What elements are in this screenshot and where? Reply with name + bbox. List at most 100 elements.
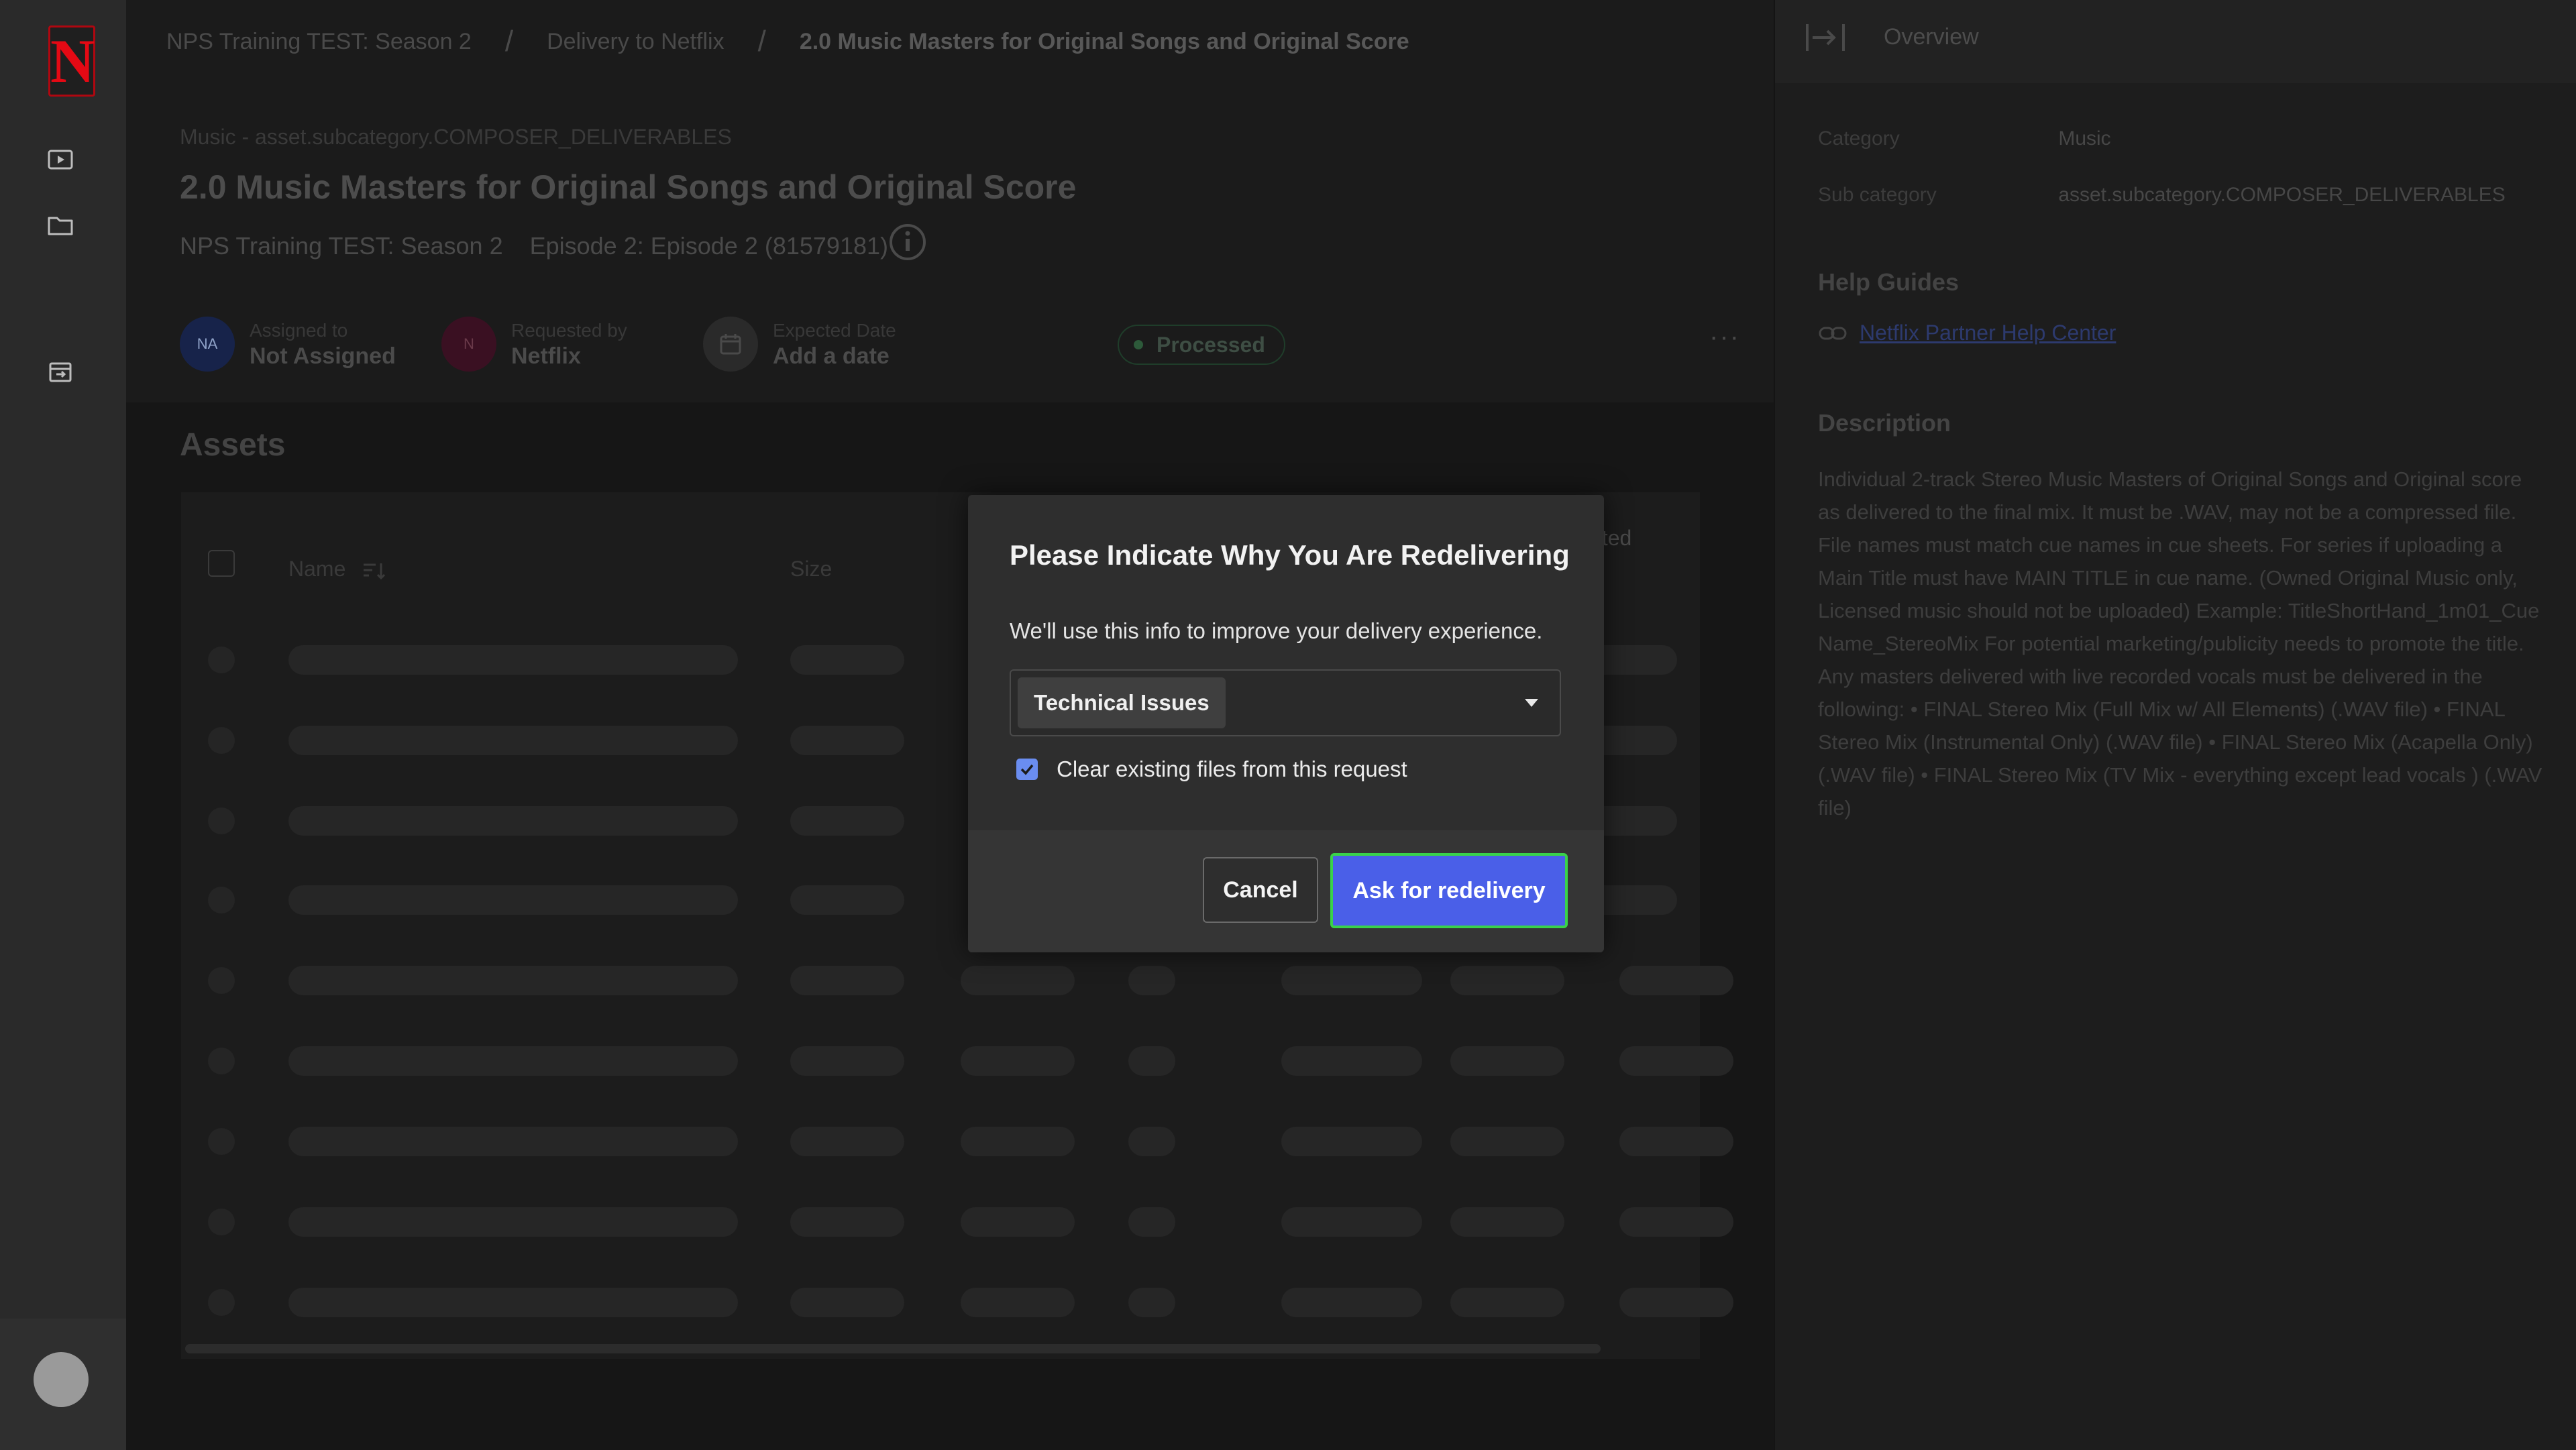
row-placeholder [208, 727, 235, 754]
row-placeholder [790, 966, 904, 995]
row-placeholder [790, 806, 904, 836]
row-placeholder [288, 1046, 738, 1076]
chevron-down-icon [1525, 699, 1538, 707]
show-episode-line: NPS Training TEST: Season 2 Episode 2: E… [180, 232, 908, 260]
assigned-label: Assigned to [250, 320, 348, 341]
row-placeholder [961, 1207, 1075, 1237]
tab-overview[interactable]: Overview [1884, 24, 1979, 50]
row-placeholder [790, 1127, 904, 1156]
category-value: Music [2058, 127, 2111, 150]
row-placeholder [208, 887, 235, 913]
requested-value: Netflix [511, 343, 581, 369]
category-row: Category Music [1818, 127, 2111, 150]
dialog-subtitle: We'll use this info to improve your deli… [1010, 618, 1543, 643]
row-placeholder [1619, 966, 1733, 995]
request-header: NPS Training TEST: Season 2 / Delivery t… [126, 0, 1774, 402]
delivery-box-icon[interactable] [46, 357, 75, 386]
show-name: NPS Training TEST: Season 2 [180, 232, 503, 260]
clear-files-option[interactable]: Clear existing files from this request [1016, 757, 1407, 782]
column-header-name[interactable]: Name [288, 557, 388, 582]
status-label: Processed [1157, 332, 1265, 357]
overview-panel-header: Overview [1775, 0, 2576, 83]
play-square-icon[interactable] [46, 145, 75, 174]
table-row[interactable] [181, 959, 1733, 999]
table-row[interactable] [181, 1281, 1733, 1321]
row-placeholder [208, 1048, 235, 1074]
row-placeholder [288, 806, 738, 836]
assigned-to[interactable]: NA Assigned to Not Assigned [180, 315, 396, 373]
left-sidebar: N [0, 0, 127, 1450]
breadcrumb-item-delivery[interactable]: Delivery to Netflix [547, 29, 724, 55]
row-placeholder [1281, 1288, 1422, 1317]
help-guide-link[interactable]: Netflix Partner Help Center [1818, 321, 2116, 345]
help-guides-heading: Help Guides [1818, 268, 1960, 296]
column-header-size[interactable]: Size [790, 557, 832, 581]
row-placeholder [208, 647, 235, 673]
subcategory-row: Sub category asset.subcategory.COMPOSER_… [1818, 184, 2506, 207]
table-row[interactable] [181, 1120, 1733, 1160]
description-text: Individual 2-track Stereo Music Masters … [1818, 467, 2542, 820]
breadcrumb-separator: / [757, 25, 766, 58]
table-row[interactable] [181, 1040, 1733, 1080]
selected-reason-chip: Technical Issues [1018, 677, 1226, 728]
table-row[interactable] [181, 1201, 1733, 1241]
cancel-button[interactable]: Cancel [1203, 857, 1318, 923]
status-badge: Processed [1118, 325, 1285, 365]
ask-for-redelivery-button[interactable]: Ask for redelivery [1330, 853, 1568, 928]
netflix-logo[interactable]: N [48, 25, 95, 97]
category-label: Category [1818, 127, 1900, 150]
folder-icon[interactable] [46, 211, 75, 240]
assignee-avatar: NA [180, 317, 235, 372]
description-heading: Description [1818, 409, 1951, 437]
row-placeholder [1128, 1046, 1175, 1076]
sidebar-footer [0, 1319, 126, 1450]
row-placeholder [288, 966, 738, 995]
episode-name: Episode 2: Episode 2 (81579181) [529, 232, 889, 260]
row-placeholder [208, 1209, 235, 1235]
dialog-title: Please Indicate Why You Are Redelivering [1010, 539, 1570, 571]
assets-heading: Assets [180, 427, 286, 463]
help-center-link[interactable]: Netflix Partner Help Center [1860, 321, 2116, 345]
redelivery-reason-select[interactable]: Technical Issues [1010, 669, 1561, 736]
row-placeholder [961, 1127, 1075, 1156]
row-placeholder [1450, 1288, 1564, 1317]
breadcrumb-separator: / [504, 25, 514, 58]
page-title: 2.0 Music Masters for Original Songs and… [180, 168, 1077, 206]
row-placeholder [790, 885, 904, 915]
link-icon [1819, 327, 1847, 339]
breadcrumb-item-show[interactable]: NPS Training TEST: Season 2 [166, 29, 472, 55]
requester-avatar: N [441, 317, 496, 372]
expected-date[interactable]: Expected Date Add a date [703, 315, 896, 373]
collapse-panel-icon[interactable] [1802, 17, 1849, 58]
row-placeholder [961, 1046, 1075, 1076]
row-placeholder [1128, 1207, 1175, 1237]
row-placeholder [790, 1288, 904, 1317]
breadcrumb: NPS Training TEST: Season 2 / Delivery t… [166, 25, 1409, 58]
row-placeholder [288, 645, 738, 675]
row-placeholder [1450, 1046, 1564, 1076]
redelivery-dialog: Please Indicate Why You Are Redelivering… [968, 495, 1604, 952]
expected-value: Add a date [773, 343, 890, 369]
horizontal-scrollbar[interactable] [185, 1344, 1601, 1353]
status-dot [1134, 340, 1143, 349]
row-placeholder [1128, 966, 1175, 995]
row-placeholder [288, 885, 738, 915]
row-placeholder [1450, 1127, 1564, 1156]
row-placeholder [208, 1289, 235, 1316]
user-avatar[interactable] [34, 1352, 89, 1407]
checkmark-icon [1020, 764, 1034, 775]
row-placeholder [790, 1046, 904, 1076]
clear-files-checkbox[interactable] [1016, 759, 1038, 780]
more-options-icon[interactable]: ··· [1709, 322, 1740, 352]
row-placeholder [1281, 966, 1422, 995]
row-placeholder [790, 1207, 904, 1237]
row-placeholder [1281, 1127, 1422, 1156]
row-placeholder [790, 645, 904, 675]
info-icon[interactable] [888, 223, 927, 262]
select-all-checkbox[interactable] [208, 550, 235, 577]
dialog-footer: Cancel Ask for redelivery [968, 830, 1604, 952]
row-placeholder [1619, 1127, 1733, 1156]
row-placeholder [1619, 1046, 1733, 1076]
requested-label: Requested by [511, 320, 627, 341]
sort-icon[interactable] [361, 559, 388, 582]
